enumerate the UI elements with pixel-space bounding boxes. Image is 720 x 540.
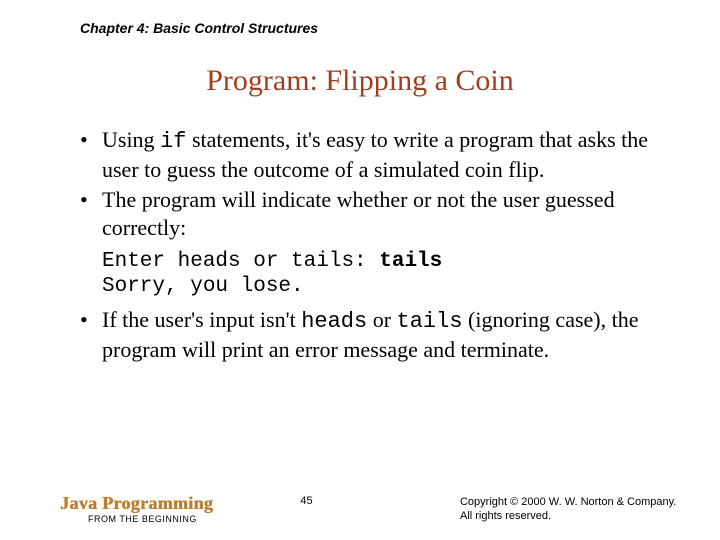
copyright-line-1: Copyright © 2000 W. W. Norton & Company. bbox=[460, 495, 680, 509]
chapter-header: Chapter 4: Basic Control Structures bbox=[80, 20, 680, 36]
slide-title: Program: Flipping a Coin bbox=[40, 64, 680, 98]
inline-code: tails bbox=[397, 309, 463, 334]
code-line-1: Enter heads or tails: tails bbox=[102, 249, 680, 275]
bullet-1: Using if statements, it's easy to write … bbox=[80, 126, 670, 184]
text: Using bbox=[102, 127, 160, 152]
text: If the user's input isn't bbox=[102, 307, 301, 332]
bullet-2: The program will indicate whether or not… bbox=[80, 186, 670, 242]
book-branding: Java Programming FROM THE BEGINNING bbox=[60, 493, 213, 524]
user-input: tails bbox=[379, 250, 442, 273]
page-number: 45 bbox=[300, 495, 312, 507]
inline-code: if bbox=[160, 129, 186, 154]
bullet-list-2: If the user's input isn't heads or tails… bbox=[80, 306, 670, 364]
code-line-2: Sorry, you lose. bbox=[102, 274, 680, 300]
book-subtitle: FROM THE BEGINNING bbox=[88, 514, 213, 524]
bullet-list: Using if statements, it's easy to write … bbox=[80, 126, 670, 243]
bullet-3: If the user's input isn't heads or tails… bbox=[80, 306, 670, 364]
book-title: Java Programming bbox=[60, 493, 213, 514]
copyright-line-2: All rights reserved. bbox=[460, 509, 680, 523]
footer: Java Programming FROM THE BEGINNING 45 C… bbox=[60, 493, 680, 524]
code-sample: Enter heads or tails: tails Sorry, you l… bbox=[102, 249, 680, 300]
text: or bbox=[367, 307, 396, 332]
copyright: Copyright © 2000 W. W. Norton & Company.… bbox=[460, 495, 680, 524]
inline-code: heads bbox=[301, 309, 367, 334]
prompt-text: Enter heads or tails: bbox=[102, 250, 379, 273]
slide: Chapter 4: Basic Control Structures Prog… bbox=[0, 0, 720, 540]
